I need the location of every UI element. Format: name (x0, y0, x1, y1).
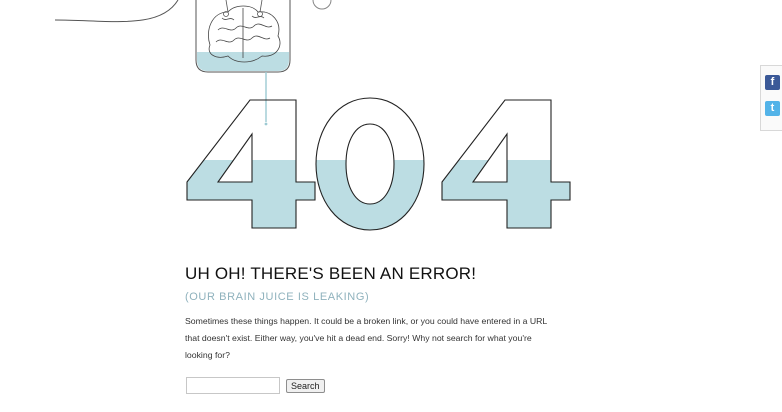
brain-jar-illustration (54, 0, 571, 231)
facebook-icon[interactable]: f (765, 75, 780, 90)
page-subtitle: (OUR BRAIN JUICE IS LEAKING) (185, 291, 370, 303)
drip-drop (264, 122, 268, 126)
splash-icon (256, 147, 273, 160)
error-page: UH OH! THERE'S BEEN AN ERROR! (OUR BRAIN… (0, 0, 782, 412)
plug-icon (312, 0, 332, 10)
error-code-graphic (186, 97, 571, 231)
social-share-bar: f t (760, 65, 782, 131)
cord-icon (54, 0, 179, 23)
error-message: Sometimes these things happen. It could … (185, 316, 547, 360)
error-content: UH OH! THERE'S BEEN AN ERROR! (OUR BRAIN… (185, 264, 565, 364)
search-button[interactable]: Search (286, 378, 325, 393)
search-form: Search (186, 377, 325, 394)
twitter-icon[interactable]: t (765, 101, 780, 116)
search-input[interactable] (186, 377, 280, 394)
jar-icon (195, 0, 291, 73)
page-title: UH OH! THERE'S BEEN AN ERROR! (185, 264, 477, 283)
